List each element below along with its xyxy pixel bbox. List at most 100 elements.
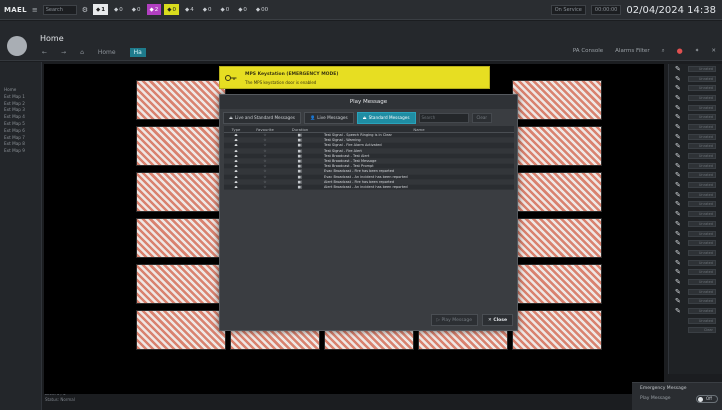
pencil-icon[interactable]: ✎ [675, 133, 683, 141]
pencil-icon[interactable]: ✎ [675, 297, 683, 305]
column-header[interactable]: Duration [282, 126, 318, 132]
pencil-icon[interactable]: ✎ [675, 200, 683, 208]
zone-row[interactable]: ✎ Unrated [669, 306, 722, 316]
alarm-counter[interactable]: ◆ 1 [92, 4, 109, 15]
zone-row[interactable]: ✎ Unrated [669, 103, 722, 113]
zone-row[interactable]: ✎ Unrated [669, 297, 722, 307]
favourite-star-icon[interactable]: ☆ [248, 138, 282, 142]
zone-row[interactable]: ✎ Unrated [669, 83, 722, 93]
pencil-icon[interactable]: ✎ [675, 65, 683, 73]
play-message-button[interactable]: ▷ Play Message [430, 314, 478, 326]
play-message-link[interactable]: Play Message [640, 396, 671, 401]
pencil-icon[interactable]: ✎ [675, 210, 683, 218]
column-header[interactable]: Name [318, 126, 514, 132]
home-tool[interactable]: Home [98, 49, 116, 56]
map-list-item[interactable]: Ext Map 8 [4, 141, 41, 148]
pencil-icon[interactable]: ✎ [675, 268, 683, 276]
zone-tile[interactable] [512, 126, 602, 166]
alarm-counter[interactable]: ◆ 0 [164, 4, 179, 15]
pencil-icon[interactable]: ✎ [675, 239, 683, 247]
message-tab[interactable]: ⏏ Live and Standard Messages [223, 111, 301, 124]
zone-row[interactable]: ✎ Unrated [669, 180, 722, 190]
zone-row[interactable]: ✎ Unrated [669, 258, 722, 268]
pencil-icon[interactable]: ✎ [675, 220, 683, 228]
search-icon[interactable]: ⌕ [662, 48, 665, 55]
zone-row[interactable]: ✎ Unrated [669, 200, 722, 210]
pencil-icon[interactable]: ✎ [675, 259, 683, 267]
zone-row-extra[interactable]: Clear [669, 326, 722, 336]
zone-tile[interactable] [136, 310, 226, 350]
favourite-star-icon[interactable]: ☆ [248, 180, 282, 184]
map-list-item[interactable]: Ext Map 3 [4, 107, 41, 114]
favourite-star-icon[interactable]: ☆ [248, 169, 282, 173]
zone-tile[interactable] [136, 80, 226, 120]
zone-row[interactable]: ✎ Unrated [669, 267, 722, 277]
zone-row-extra[interactable]: Unrated [669, 316, 722, 326]
home-icon[interactable]: ⌂ [80, 49, 84, 56]
map-list-item[interactable]: Ext Map 2 [4, 101, 41, 108]
zone-tile[interactable] [512, 264, 602, 304]
map-list-item[interactable]: Ext Map 9 [4, 148, 41, 155]
zone-tile[interactable] [136, 172, 226, 212]
alarm-counter[interactable]: ◆ 0 [111, 4, 126, 15]
message-tab[interactable]: 👤 Live Messages [303, 111, 354, 124]
zone-row[interactable]: ✎ Unrated [669, 161, 722, 171]
zone-tile[interactable] [136, 218, 226, 258]
alarm-counter[interactable]: ◆ 0 [217, 4, 232, 15]
map-list-item[interactable]: Ext Map 6 [4, 128, 41, 135]
favourite-star-icon[interactable]: ☆ [248, 133, 282, 137]
zone-tile[interactable] [136, 126, 226, 166]
forward-icon[interactable]: → [61, 49, 66, 56]
pencil-icon[interactable]: ✎ [675, 113, 683, 121]
alarm-counter[interactable]: ◆ 00 [253, 4, 271, 15]
keystation-notification[interactable]: MPS Keystation (EMERGENCY MODE) The MPS … [219, 66, 490, 89]
close-dialog-button[interactable]: ✕ Close [481, 314, 513, 326]
map-list-item[interactable]: Ext Map 7 [4, 135, 41, 142]
zone-tile[interactable] [512, 218, 602, 258]
zone-row[interactable]: ✎ Unrated [669, 229, 722, 239]
pencil-icon[interactable]: ✎ [675, 104, 683, 112]
zone-row[interactable]: ✎ Unrated [669, 287, 722, 297]
pencil-icon[interactable]: ✎ [675, 171, 683, 179]
pencil-icon[interactable]: ✎ [675, 249, 683, 257]
service-status-field[interactable]: On Service [550, 5, 586, 15]
zone-row[interactable]: ✎ Unrated [669, 171, 722, 181]
zone-row[interactable]: ✎ Unrated [669, 112, 722, 122]
alarm-counter[interactable]: ◆ 0 [200, 4, 215, 15]
zone-row[interactable]: ✎ Unrated [669, 209, 722, 219]
favourite-star-icon[interactable]: ☆ [248, 159, 282, 163]
settings-icon[interactable]: ⚙ [82, 6, 88, 14]
zone-row[interactable]: ✎ Unrated [669, 132, 722, 142]
pencil-icon[interactable]: ✎ [675, 123, 683, 131]
zone-row[interactable]: ✎ Unrated [669, 142, 722, 152]
pencil-icon[interactable]: ✎ [675, 230, 683, 238]
back-icon[interactable]: ← [42, 49, 47, 56]
zone-row[interactable]: ✎ Unrated [669, 219, 722, 229]
view-toggle-button[interactable]: Ha [129, 48, 146, 57]
zone-tile[interactable] [512, 172, 602, 212]
pencil-icon[interactable]: ✎ [675, 181, 683, 189]
map-list-item[interactable]: Ext Map 1 [4, 94, 41, 101]
map-list-item[interactable]: Home [4, 87, 41, 94]
pencil-icon[interactable]: ✎ [675, 84, 683, 92]
zone-tile[interactable] [512, 310, 602, 350]
message-row[interactable]: ⏏ ☆ ■) Alert Broadcast - An incident has be… [224, 184, 514, 191]
alarm-counter[interactable]: ◆ 0 [235, 4, 250, 15]
pencil-icon[interactable]: ✎ [675, 288, 683, 296]
favourite-star-icon[interactable]: ☆ [248, 175, 282, 179]
favourite-star-icon[interactable]: ☆ [248, 143, 282, 147]
pa-console-button[interactable]: PA Console [573, 48, 603, 54]
clear-search-button[interactable]: Clear [471, 112, 492, 123]
zone-row[interactable]: ✎ Unrated [669, 151, 722, 161]
column-header[interactable]: Type [224, 126, 248, 132]
zone-row[interactable]: ✎ Unrated [669, 122, 722, 132]
zone-row[interactable]: ✎ Unrated [669, 277, 722, 287]
message-search-input[interactable]: Search [418, 112, 469, 123]
zone-row[interactable]: ✎ Unrated [669, 93, 722, 103]
pencil-icon[interactable]: ✎ [675, 307, 683, 315]
zone-row[interactable]: ✎ Unrated [669, 238, 722, 248]
home-globe-icon[interactable] [7, 36, 27, 56]
pencil-icon[interactable]: ✎ [675, 94, 683, 102]
map-list-item[interactable]: Ext Map 5 [4, 121, 41, 128]
pencil-icon[interactable]: ✎ [675, 162, 683, 170]
